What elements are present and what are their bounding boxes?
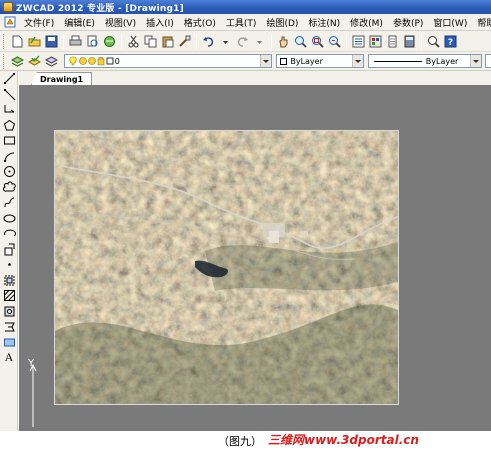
multiline-text-icon[interactable]: A — [1, 350, 17, 366]
draw-toolbar: A — [0, 71, 18, 431]
publish-icon[interactable] — [102, 34, 117, 49]
ray-icon[interactable] — [1, 87, 17, 103]
app-logo-icon — [3, 2, 13, 12]
svg-text:?: ? — [448, 38, 453, 48]
tab-label: Drawing1 — [40, 74, 84, 84]
copy-icon[interactable] — [143, 34, 158, 49]
document-tab-strip: Drawing1 — [19, 71, 491, 85]
rectangle-icon[interactable] — [1, 133, 17, 149]
ellipse-arc-icon[interactable] — [1, 226, 17, 242]
arc-icon[interactable] — [1, 149, 17, 165]
layer-state-icons — [69, 56, 114, 66]
standard-toolbar: ? — [0, 31, 491, 52]
insert-block-icon[interactable] — [1, 242, 17, 258]
zoom-previous-icon[interactable] — [327, 34, 342, 49]
toolbar-separator — [271, 33, 272, 49]
linetype-dropdown[interactable]: ByLayer — [367, 54, 483, 68]
design-center-icon[interactable] — [368, 34, 383, 49]
table-icon[interactable] — [1, 319, 17, 335]
toolbar-separator — [421, 33, 422, 49]
menu-window[interactable]: 窗口(W) — [428, 16, 472, 29]
menu-draw[interactable]: 绘图(D) — [261, 16, 303, 29]
zoom-search-icon[interactable] — [426, 34, 441, 49]
circle-icon[interactable] — [1, 164, 17, 180]
linetype-dropdown-arrow-icon[interactable] — [470, 55, 482, 67]
paste-icon[interactable] — [160, 34, 175, 49]
toolbar-grip[interactable] — [3, 33, 6, 49]
cut-icon[interactable] — [126, 34, 141, 49]
menu-edit[interactable]: 编辑(E) — [59, 16, 100, 29]
zoom-window-icon[interactable] — [310, 34, 325, 49]
menu-insert[interactable]: 插入(I) — [141, 16, 179, 29]
toolbar-separator — [196, 33, 197, 49]
color-value: ByLayer — [290, 56, 323, 66]
menu-view[interactable]: 视图(V) — [100, 16, 141, 29]
menu-format[interactable]: 格式(O) — [179, 16, 221, 29]
drawing-canvas[interactable]: Y — [19, 85, 491, 431]
open-file-icon[interactable] — [27, 34, 42, 49]
make-block-icon[interactable] — [1, 273, 17, 289]
layers-properties-toolbar: 0 ByLayer ByLayer — [0, 52, 491, 71]
menu-bar: 文件(F) 编辑(E) 视图(V) 插入(I) 格式(O) 工具(T) 绘图(D… — [0, 14, 491, 31]
tab-drawing1[interactable]: Drawing1 — [31, 72, 93, 85]
linetype-sample — [373, 60, 422, 62]
ucs-axis-icon — [29, 363, 37, 427]
document-menu-icon[interactable] — [4, 16, 16, 29]
menu-parameters[interactable]: 参数(P) — [388, 16, 428, 29]
layer-dropdown[interactable]: 0 — [63, 54, 273, 68]
revision-cloud-icon[interactable] — [1, 180, 17, 196]
save-icon[interactable] — [44, 34, 59, 49]
color-dropdown[interactable]: ByLayer — [276, 54, 364, 68]
polygon-icon[interactable] — [1, 118, 17, 134]
toolbar-separator — [63, 33, 64, 49]
region-icon[interactable] — [1, 304, 17, 320]
print-icon[interactable] — [68, 34, 83, 49]
ucs-y-label: Y — [28, 358, 35, 369]
lineweight-dropdown-edge[interactable] — [485, 54, 491, 68]
menu-dimension[interactable]: 标注(N) — [303, 16, 345, 29]
match-properties-icon[interactable] — [177, 34, 192, 49]
layer-manager-icon[interactable] — [10, 54, 25, 69]
menu-help[interactable]: 帮助(H) — [472, 16, 491, 29]
title-bar: ZWCAD 2012 专业版 - [Drawing1] — [0, 0, 491, 14]
layer-name: 0 — [114, 56, 120, 66]
redo-dropdown-icon[interactable] — [252, 34, 267, 49]
watermark-text: 三维网www.3dportal.cn — [268, 433, 419, 447]
new-file-icon[interactable] — [10, 34, 25, 49]
menu-file[interactable]: 文件(F) — [19, 16, 59, 29]
undo-icon[interactable] — [201, 34, 216, 49]
point-icon[interactable] — [1, 257, 17, 273]
color-swatch — [280, 57, 288, 65]
layer-previous-icon[interactable] — [44, 54, 59, 69]
zoom-realtime-icon[interactable] — [293, 34, 308, 49]
menu-tools[interactable]: 工具(T) — [221, 16, 262, 29]
toolbar-grip[interactable] — [3, 53, 6, 69]
toolbar-separator — [346, 33, 347, 49]
color-dropdown-arrow-icon[interactable] — [351, 55, 363, 67]
toolbar-separator — [121, 33, 122, 49]
pan-icon[interactable] — [276, 34, 291, 49]
figure-caption: （图九） — [218, 435, 262, 448]
undo-dropdown-icon[interactable] — [218, 34, 233, 49]
make-current-layer-icon[interactable] — [27, 54, 42, 69]
menu-modify[interactable]: 修改(M) — [345, 16, 388, 29]
spline-icon[interactable] — [1, 195, 17, 211]
linetype-value: ByLayer — [425, 56, 459, 66]
layer-dropdown-arrow-icon[interactable] — [260, 55, 272, 67]
redo-icon[interactable] — [235, 34, 250, 49]
properties-icon[interactable] — [351, 34, 366, 49]
print-preview-icon[interactable] — [85, 34, 100, 49]
polyline-icon[interactable] — [1, 102, 17, 118]
aerial-photo-graphic — [55, 131, 398, 404]
hatch-icon[interactable] — [1, 288, 17, 304]
aerial-photo-image[interactable] — [54, 130, 399, 405]
ellipse-icon[interactable] — [1, 211, 17, 227]
wipeout-icon[interactable] — [1, 335, 17, 351]
line-icon[interactable] — [1, 71, 17, 87]
tool-palettes-icon[interactable] — [385, 34, 400, 49]
window-title: ZWCAD 2012 专业版 - [Drawing1] — [16, 3, 184, 14]
calculator-icon[interactable] — [402, 34, 417, 49]
help-icon[interactable]: ? — [443, 34, 458, 49]
